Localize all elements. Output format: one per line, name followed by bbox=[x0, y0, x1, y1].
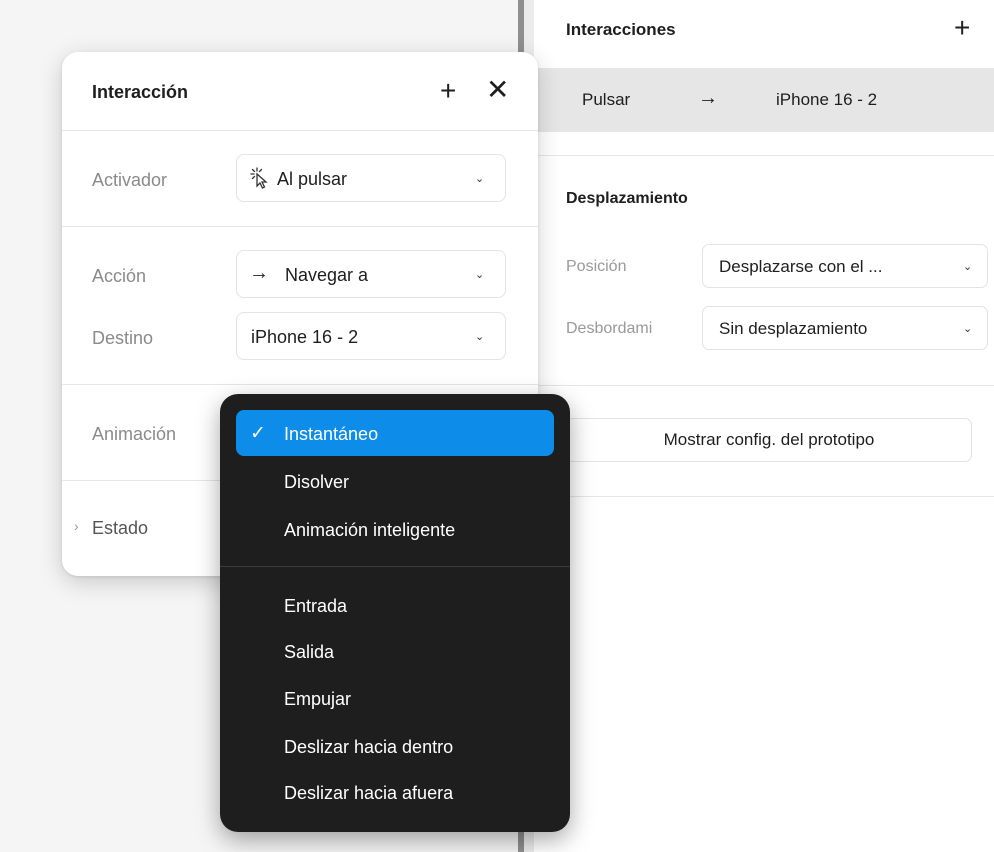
interaction-target: iPhone 16 - 2 bbox=[776, 90, 878, 109]
chevron-down-icon: ⌄ bbox=[475, 269, 485, 281]
chevron-down-icon: ⌄ bbox=[475, 331, 485, 343]
menu-item-label: Empujar bbox=[284, 689, 352, 709]
menu-item-instantaneo[interactable]: ✓ Instantáneo bbox=[236, 410, 554, 456]
action-select[interactable]: → Navegar a ⌄ bbox=[236, 250, 506, 298]
overflow-value: Sin desplazamiento bbox=[719, 319, 868, 338]
destination-select[interactable]: iPhone 16 - 2 ⌄ bbox=[236, 312, 506, 360]
menu-item-empujar[interactable]: Empujar bbox=[236, 675, 554, 721]
trigger-label: Activador bbox=[92, 170, 168, 190]
action-value: Navegar a bbox=[285, 265, 369, 285]
menu-item-salida[interactable]: Salida bbox=[236, 628, 554, 674]
chevron-down-icon: ⌄ bbox=[475, 173, 485, 185]
modal-title: Interacción bbox=[92, 82, 189, 102]
tap-cursor-icon bbox=[249, 167, 271, 194]
check-icon: ✓ bbox=[250, 423, 266, 444]
overflow-select[interactable]: Sin desplazamiento ⌄ bbox=[702, 306, 988, 350]
interaction-row[interactable]: Pulsar → iPhone 16 - 2 bbox=[534, 68, 994, 132]
add-interaction-icon[interactable]: + bbox=[954, 10, 970, 46]
trigger-select[interactable]: Al pulsar ⌄ bbox=[236, 154, 506, 202]
position-select[interactable]: Desplazarse con el ... ⌄ bbox=[702, 244, 988, 288]
menu-item-label: Salida bbox=[284, 642, 335, 662]
divider bbox=[62, 130, 538, 131]
properties-panel: Interacciones + Pulsar → iPhone 16 - 2 D… bbox=[534, 0, 994, 852]
menu-item-label: Entrada bbox=[284, 596, 348, 616]
menu-item-deslizar-hacia-dentro[interactable]: Deslizar hacia dentro bbox=[236, 723, 554, 769]
show-prototype-settings-button[interactable]: Mostrar config. del prototipo bbox=[566, 418, 972, 462]
action-label: Acción bbox=[92, 266, 147, 286]
menu-item-disolver[interactable]: Disolver bbox=[236, 458, 554, 504]
divider bbox=[534, 385, 994, 386]
arrow-right-icon: → bbox=[698, 87, 718, 109]
panel-title: Interacciones bbox=[566, 20, 676, 39]
interaction-trigger: Pulsar bbox=[582, 90, 631, 109]
menu-separator bbox=[220, 566, 570, 567]
animation-dropdown-menu: ✓ Instantáneo Disolver Animación intelig… bbox=[220, 394, 570, 832]
position-label: Posición bbox=[566, 258, 627, 275]
close-icon[interactable]: ✕ bbox=[486, 72, 509, 108]
scroll-section-title: Desplazamiento bbox=[566, 190, 688, 207]
menu-item-entrada[interactable]: Entrada bbox=[236, 582, 554, 628]
menu-item-animacion-inteligente[interactable]: Animación inteligente bbox=[236, 506, 554, 552]
trigger-value: Al pulsar bbox=[277, 169, 348, 189]
menu-item-deslizar-hacia-afuera[interactable]: Deslizar hacia afuera bbox=[236, 769, 554, 815]
overflow-label: Desbordami bbox=[566, 320, 653, 337]
animation-label: Animación bbox=[92, 424, 177, 444]
chevron-right-icon[interactable]: › bbox=[74, 518, 79, 534]
position-value: Desplazarse con el ... bbox=[719, 257, 883, 276]
divider bbox=[62, 226, 538, 227]
menu-item-label: Instantáneo bbox=[284, 424, 379, 444]
divider bbox=[534, 155, 994, 156]
divider bbox=[534, 496, 994, 497]
destination-label: Destino bbox=[92, 328, 154, 348]
arrow-right-icon: → bbox=[249, 262, 269, 284]
divider bbox=[62, 384, 538, 385]
chevron-down-icon: ⌄ bbox=[963, 261, 973, 273]
add-icon[interactable]: + bbox=[440, 74, 456, 108]
destination-value: iPhone 16 - 2 bbox=[251, 327, 359, 347]
state-section-toggle[interactable]: Estado bbox=[92, 518, 148, 539]
menu-item-label: Disolver bbox=[284, 472, 350, 492]
menu-item-label: Deslizar hacia dentro bbox=[284, 737, 454, 757]
menu-item-label: Animación inteligente bbox=[284, 520, 456, 540]
chevron-down-icon: ⌄ bbox=[963, 323, 973, 335]
menu-item-label: Deslizar hacia afuera bbox=[284, 783, 454, 803]
